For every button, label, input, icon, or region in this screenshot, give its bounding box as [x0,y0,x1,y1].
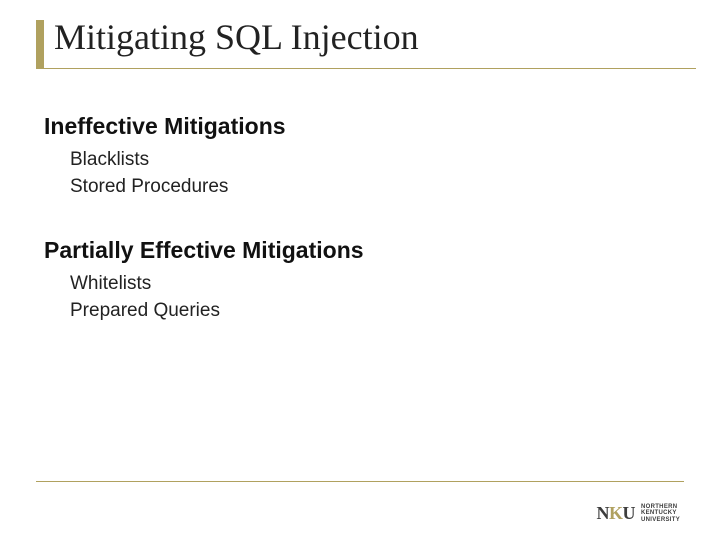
title-block: Mitigating SQL Injection [36,18,684,69]
section-heading: Partially Effective Mitigations [44,237,684,264]
section-heading: Ineffective Mitigations [44,113,684,140]
title-accent-bar [36,20,44,68]
section-partially-effective: Partially Effective Mitigations Whitelis… [44,237,684,325]
footer-rule [36,481,684,482]
list-item: Whitelists [70,270,684,298]
logo-text: NORTHERN KENTUCKY UNIVERSITY [641,504,680,523]
section-ineffective: Ineffective Mitigations Blacklists Store… [44,113,684,201]
slide-title: Mitigating SQL Injection [42,18,684,58]
logo-line: UNIVERSITY [641,517,680,523]
nku-logo: NKU NORTHERN KENTUCKY UNIVERSITY [596,503,680,524]
section-items: Blacklists Stored Procedures [44,146,684,201]
list-item: Stored Procedures [70,173,684,201]
slide: Mitigating SQL Injection Ineffective Mit… [0,0,720,540]
title-underline [36,68,696,69]
logo-mark: NKU [596,503,635,524]
section-items: Whitelists Prepared Queries [44,270,684,325]
logo-letter-k: K [609,503,623,523]
logo-letter-u: U [622,503,635,523]
list-item: Blacklists [70,146,684,174]
list-item: Prepared Queries [70,297,684,325]
logo-letter-n: N [596,503,609,523]
content-area: Ineffective Mitigations Blacklists Store… [36,113,684,325]
